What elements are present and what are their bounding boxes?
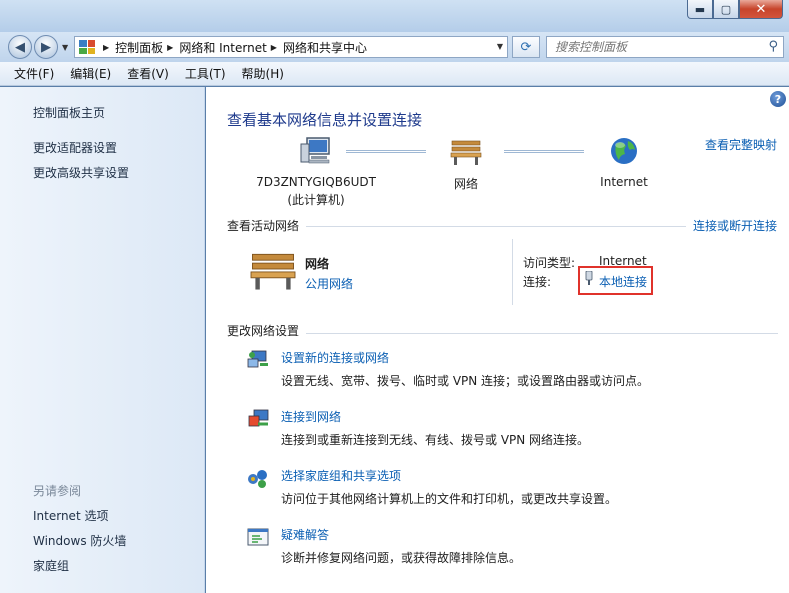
section-divider: [306, 333, 778, 334]
address-bar[interactable]: ▶ 控制面板 ▶ 网络和 Internet ▶ 网络和共享中心 ▼: [74, 36, 508, 58]
control-panel-home-link[interactable]: 控制面板主页: [33, 104, 105, 121]
section-divider: [306, 226, 686, 227]
homegroup-icon: [248, 470, 267, 488]
troubleshoot-icon: [247, 528, 269, 546]
control-panel-icon: [79, 40, 95, 54]
close-button[interactable]: ✕: [739, 0, 783, 19]
ethernet-icon: [585, 271, 593, 285]
network-label: 网络: [453, 177, 478, 191]
connections-label: 连接:: [523, 275, 552, 289]
back-arrow-icon: ◀: [15, 39, 25, 55]
bench-icon: [250, 253, 296, 290]
connect-disconnect-link[interactable]: 连接或断开连接: [693, 217, 777, 234]
map-computer-node: 7D3ZNTYGIQB6UDT (此计算机): [246, 136, 386, 208]
connect-network-icon: [248, 409, 269, 427]
title-bar: ▬ ▢ ✕: [0, 0, 789, 32]
help-icon[interactable]: ?: [770, 91, 786, 107]
menu-tools[interactable]: 工具(T): [177, 65, 234, 82]
refresh-icon: ⟳: [520, 39, 532, 55]
computer-subtitle: (此计算机): [287, 193, 345, 207]
main-content: ? 查看基本网络信息并设置连接 查看完整映射 7D3ZNTYGIQB6UDT (…: [206, 87, 789, 593]
access-type-label: 访问类型:: [523, 256, 576, 270]
troubleshoot-desc: 诊断并修复网络问题，或获得故障排除信息。: [281, 551, 522, 565]
forward-arrow-icon: ▶: [41, 39, 51, 55]
internet-options-link[interactable]: Internet 选项: [33, 507, 108, 524]
navigation-bar: ◀ ▶ ▼ ▶ 控制面板 ▶ 网络和 Internet ▶ 网络和共享中心 ▼ …: [0, 32, 789, 62]
breadcrumb-separator-icon[interactable]: ▶: [271, 43, 277, 52]
search-input[interactable]: [547, 37, 747, 57]
breadcrumb-separator-icon[interactable]: ▶: [167, 43, 173, 52]
search-box[interactable]: ⚲: [546, 36, 784, 58]
globe-icon: [611, 138, 637, 164]
breadcrumb-separator-icon[interactable]: ▶: [103, 43, 109, 52]
breadcrumb-control-panel[interactable]: 控制面板: [115, 39, 163, 56]
menu-view[interactable]: 查看(V): [119, 65, 177, 82]
connect-network-link[interactable]: 连接到网络: [281, 408, 341, 425]
computer-icon: [300, 137, 330, 164]
setup-connection-link[interactable]: 设置新的连接或网络: [281, 349, 389, 366]
breadcrumb-network-sharing-center[interactable]: 网络和共享中心: [283, 39, 367, 56]
page-title: 查看基本网络信息并设置连接: [227, 111, 423, 129]
view-full-map-link[interactable]: 查看完整映射: [705, 136, 777, 153]
change-advanced-sharing-link[interactable]: 更改高级共享设置: [33, 164, 129, 181]
map-internet-node[interactable]: Internet: [594, 136, 654, 189]
local-connection-link[interactable]: 本地连接: [599, 273, 647, 290]
change-settings-label: 更改网络设置: [227, 324, 300, 338]
active-network-name: 网络: [305, 257, 330, 271]
bench-icon: [450, 140, 482, 165]
menu-help[interactable]: 帮助(H): [234, 65, 292, 82]
window-controls: ▬ ▢ ✕: [687, 0, 783, 20]
close-icon: ✕: [755, 1, 767, 17]
breadcrumb-network-internet[interactable]: 网络和 Internet: [179, 39, 266, 56]
refresh-button[interactable]: ⟳: [512, 36, 540, 58]
setup-connection-icon: [247, 350, 268, 368]
change-adapter-settings-link[interactable]: 更改适配器设置: [33, 139, 117, 156]
menu-bar: 文件(F) 编辑(E) 查看(V) 工具(T) 帮助(H): [0, 62, 789, 86]
windows-firewall-link[interactable]: Windows 防火墙: [33, 532, 126, 549]
minimize-icon: ▬: [694, 2, 706, 16]
menu-file[interactable]: 文件(F): [6, 65, 62, 82]
left-task-pane: 控制面板主页 更改适配器设置 更改高级共享设置 另请参阅 Internet 选项…: [0, 87, 205, 593]
map-network-node[interactable]: 网络: [436, 136, 496, 192]
recent-pages-dropdown-icon[interactable]: ▼: [62, 43, 68, 52]
homegroup-link[interactable]: 家庭组: [33, 557, 69, 574]
setup-connection-desc: 设置无线、宽带、拨号、临时或 VPN 连接；或设置路由器或访问点。: [281, 374, 650, 388]
homegroup-sharing-link[interactable]: 选择家庭组和共享选项: [281, 467, 401, 484]
maximize-icon: ▢: [720, 2, 732, 16]
map-connector-line: [504, 150, 584, 153]
menu-edit[interactable]: 编辑(E): [62, 65, 119, 82]
forward-button[interactable]: ▶: [34, 35, 58, 59]
internet-label: Internet: [600, 175, 648, 189]
search-icon[interactable]: ⚲: [768, 39, 778, 54]
minimize-button[interactable]: ▬: [687, 0, 713, 19]
computer-name: 7D3ZNTYGIQB6UDT: [256, 175, 376, 189]
connect-network-desc: 连接到或重新连接到无线、有线、拨号或 VPN 网络连接。: [281, 433, 590, 447]
network-type-link[interactable]: 公用网络: [305, 275, 353, 292]
vertical-divider: [512, 239, 513, 305]
see-also-header: 另请参阅: [33, 484, 82, 498]
map-connector-line: [346, 150, 426, 153]
active-networks-label: 查看活动网络: [227, 219, 300, 233]
back-button[interactable]: ◀: [8, 35, 32, 59]
address-dropdown-icon[interactable]: ▼: [497, 42, 503, 51]
homegroup-sharing-desc: 访问位于其他网络计算机上的文件和打印机，或更改共享设置。: [281, 492, 618, 506]
maximize-button[interactable]: ▢: [713, 0, 739, 19]
troubleshoot-link[interactable]: 疑难解答: [281, 526, 329, 543]
